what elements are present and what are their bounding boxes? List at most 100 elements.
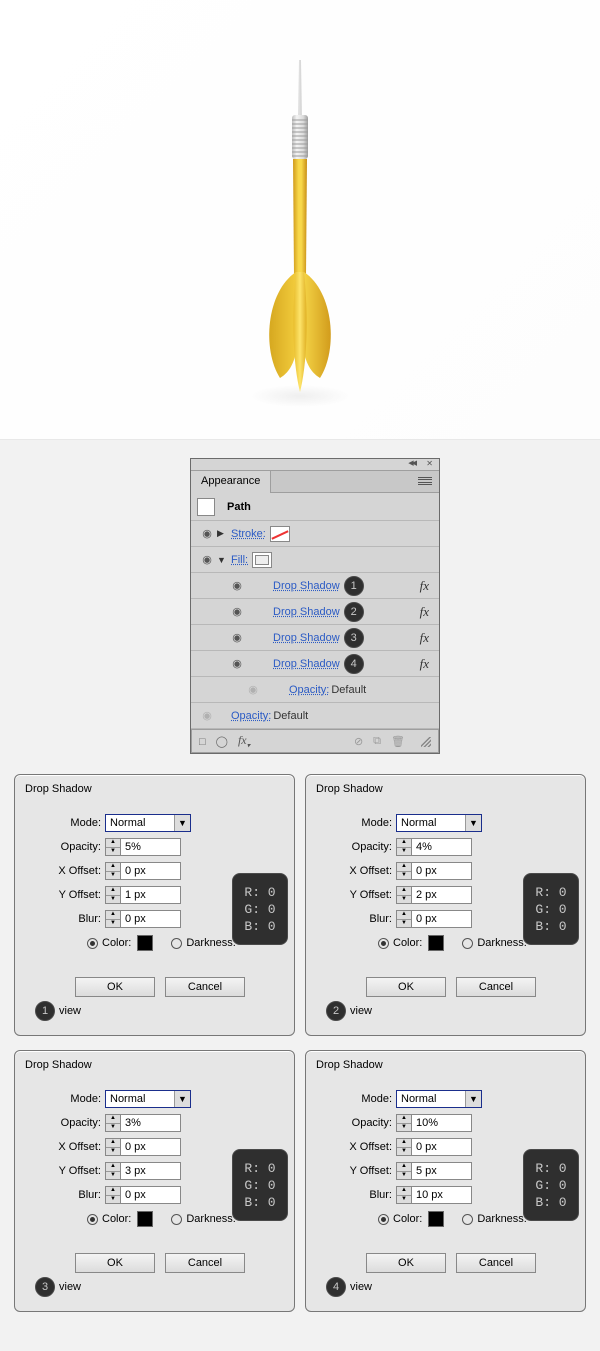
none-swatch-icon[interactable]: [270, 526, 290, 542]
ok-button[interactable]: OK: [75, 1253, 155, 1273]
expand-icon[interactable]: ▶: [217, 528, 231, 539]
delete-icon[interactable]: 🗑: [391, 735, 405, 748]
step-down-icon[interactable]: ▼: [106, 1148, 120, 1156]
opacity-input[interactable]: [121, 1114, 181, 1132]
xoffset-input[interactable]: [121, 1138, 181, 1156]
step-up-icon[interactable]: ▲: [397, 839, 411, 848]
dropdown-icon[interactable]: ▼: [174, 1091, 190, 1107]
step-up-icon[interactable]: ▲: [397, 1187, 411, 1196]
opacity-link[interactable]: Opacity:: [289, 684, 329, 696]
fill-link[interactable]: Fill:: [231, 554, 248, 566]
xoffset-input[interactable]: [412, 1138, 472, 1156]
step-down-icon[interactable]: ▼: [397, 872, 411, 880]
add-effect-icon[interactable]: fx▾: [238, 733, 250, 749]
xoffset-input[interactable]: [412, 862, 472, 880]
cancel-button[interactable]: Cancel: [165, 1253, 245, 1273]
cancel-button[interactable]: Cancel: [456, 1253, 536, 1273]
color-swatch[interactable]: [137, 935, 153, 951]
step-up-icon[interactable]: ▲: [106, 839, 120, 848]
effect-row[interactable]: ◉ Drop Shadow 4 fx: [191, 651, 439, 677]
step-up-icon[interactable]: ▲: [397, 1115, 411, 1124]
fx-icon[interactable]: fx: [420, 630, 429, 646]
drop-shadow-link[interactable]: Drop Shadow: [273, 658, 340, 670]
duplicate-icon[interactable]: ⧉: [373, 735, 381, 748]
dropdown-icon[interactable]: ▼: [465, 815, 481, 831]
color-radio[interactable]: [87, 1214, 98, 1225]
step-down-icon[interactable]: ▼: [397, 1124, 411, 1132]
fx-icon[interactable]: fx: [420, 656, 429, 672]
step-down-icon[interactable]: ▼: [106, 1124, 120, 1132]
yoffset-input[interactable]: [121, 1162, 181, 1180]
step-up-icon[interactable]: ▲: [106, 1163, 120, 1172]
color-swatch[interactable]: [137, 1211, 153, 1227]
fx-icon[interactable]: fx: [420, 578, 429, 594]
color-radio[interactable]: [378, 938, 389, 949]
step-down-icon[interactable]: ▼: [397, 848, 411, 856]
ok-button[interactable]: OK: [366, 977, 446, 997]
new-stroke-icon[interactable]: □: [199, 736, 206, 748]
step-up-icon[interactable]: ▲: [397, 863, 411, 872]
step-up-icon[interactable]: ▲: [106, 863, 120, 872]
effect-row[interactable]: ◉ Drop Shadow 2 fx: [191, 599, 439, 625]
step-up-icon[interactable]: ▲: [397, 887, 411, 896]
mode-select[interactable]: [397, 815, 465, 831]
opacity-input[interactable]: [121, 838, 181, 856]
cancel-button[interactable]: Cancel: [165, 977, 245, 997]
darkness-radio[interactable]: [462, 1214, 473, 1225]
color-radio[interactable]: [378, 1214, 389, 1225]
darkness-radio[interactable]: [171, 1214, 182, 1225]
step-down-icon[interactable]: ▼: [106, 920, 120, 928]
step-up-icon[interactable]: ▲: [106, 911, 120, 920]
fill-row[interactable]: ◉ ▼ Fill:: [191, 547, 439, 573]
step-up-icon[interactable]: ▲: [106, 1115, 120, 1124]
effect-row[interactable]: ◉ Drop Shadow 3 fx: [191, 625, 439, 651]
blur-input[interactable]: [412, 910, 472, 928]
visibility-icon[interactable]: ◉: [227, 579, 247, 592]
collapse-icon[interactable]: ▼: [217, 555, 231, 565]
visibility-icon[interactable]: ◉: [197, 709, 217, 722]
visibility-icon[interactable]: ◉: [227, 657, 247, 670]
yoffset-input[interactable]: [121, 886, 181, 904]
step-up-icon[interactable]: ▲: [106, 887, 120, 896]
yoffset-input[interactable]: [412, 1162, 472, 1180]
dropdown-icon[interactable]: ▼: [174, 815, 190, 831]
opacity-row-inner[interactable]: ◉ Opacity: Default: [191, 677, 439, 703]
fill-swatch-icon[interactable]: [252, 552, 272, 568]
panel-controls-bar[interactable]: [191, 459, 439, 471]
opacity-input[interactable]: [412, 838, 472, 856]
opacity-input[interactable]: [412, 1114, 472, 1132]
blur-input[interactable]: [121, 1186, 181, 1204]
visibility-icon[interactable]: ◉: [197, 553, 217, 566]
drop-shadow-link[interactable]: Drop Shadow: [273, 606, 340, 618]
stroke-link[interactable]: Stroke:: [231, 528, 266, 540]
opacity-link[interactable]: Opacity:: [231, 710, 271, 722]
xoffset-input[interactable]: [121, 862, 181, 880]
drop-shadow-link[interactable]: Drop Shadow: [273, 580, 340, 592]
step-up-icon[interactable]: ▲: [106, 1139, 120, 1148]
blur-input[interactable]: [121, 910, 181, 928]
blur-input[interactable]: [412, 1186, 472, 1204]
mode-select[interactable]: [397, 1091, 465, 1107]
color-swatch[interactable]: [428, 935, 444, 951]
fx-icon[interactable]: fx: [420, 604, 429, 620]
visibility-icon[interactable]: ◉: [227, 605, 247, 618]
dropdown-icon[interactable]: ▼: [465, 1091, 481, 1107]
resize-grip-icon[interactable]: [421, 737, 431, 747]
darkness-radio[interactable]: [171, 938, 182, 949]
step-up-icon[interactable]: ▲: [106, 1187, 120, 1196]
ok-button[interactable]: OK: [75, 977, 155, 997]
yoffset-input[interactable]: [412, 886, 472, 904]
ok-button[interactable]: OK: [366, 1253, 446, 1273]
step-down-icon[interactable]: ▼: [397, 1148, 411, 1156]
step-down-icon[interactable]: ▼: [106, 848, 120, 856]
effect-row[interactable]: ◉ Drop Shadow 1 fx: [191, 573, 439, 599]
visibility-icon[interactable]: ◉: [197, 527, 217, 540]
opacity-row-outer[interactable]: ◉ Opacity: Default: [191, 703, 439, 729]
step-down-icon[interactable]: ▼: [397, 920, 411, 928]
step-down-icon[interactable]: ▼: [106, 872, 120, 880]
cancel-button[interactable]: Cancel: [456, 977, 536, 997]
stroke-row[interactable]: ◉ ▶ Stroke:: [191, 521, 439, 547]
clear-icon[interactable]: ⊘: [354, 735, 363, 748]
step-down-icon[interactable]: ▼: [397, 1196, 411, 1204]
panel-menu-icon[interactable]: [415, 472, 435, 490]
